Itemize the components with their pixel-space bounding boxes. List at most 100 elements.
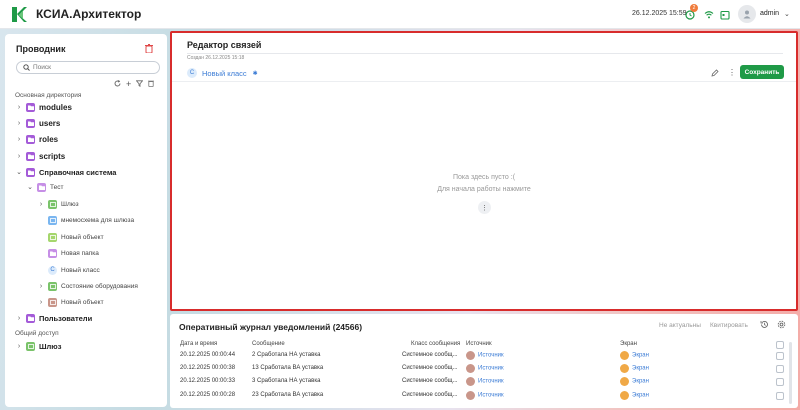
tree-item-label: users — [39, 118, 61, 128]
tree-item-mnemo[interactable]: мнемосхема для шлюза — [48, 214, 134, 226]
chevron-down-icon[interactable]: ⌄ — [26, 183, 34, 191]
tree-item-new-class[interactable]: C Новый класс — [48, 264, 100, 276]
pencil-icon[interactable] — [711, 69, 719, 79]
search-input[interactable] — [33, 64, 153, 71]
row-checkbox[interactable] — [776, 392, 784, 400]
scrollbar[interactable] — [789, 342, 792, 404]
class-name: Новый класс — [202, 68, 247, 78]
tree-item-roles[interactable]: › roles — [15, 133, 58, 145]
screen-link[interactable]: Экран — [632, 353, 649, 359]
chevron-right-icon[interactable]: › — [15, 343, 23, 350]
cell-message: 2 Сработала НА уставка — [252, 352, 321, 358]
explorer-sidebar: Проводник + Основная директория › module… — [5, 34, 167, 407]
tree-item-users-ru[interactable]: › Пользователи — [15, 312, 92, 324]
tree-item-label: Шлюз — [61, 200, 79, 208]
tree-item-label: Шлюз — [39, 341, 62, 351]
chevron-right-icon[interactable]: › — [37, 299, 45, 306]
cell-screen[interactable]: Экран — [620, 391, 649, 400]
tree-item-label: Состояние оборудования — [61, 282, 138, 290]
screen-avatar — [620, 377, 629, 386]
sidebar-title: Проводник — [16, 44, 66, 54]
cell-date: 20.12.2025 00:00:33 — [180, 378, 236, 384]
save-button[interactable]: Сохранить — [740, 65, 784, 79]
add-icon[interactable]: + — [126, 80, 131, 89]
tree-item-reference-system[interactable]: ⌄ Справочная система — [15, 166, 116, 178]
source-link[interactable]: Источник — [478, 366, 504, 372]
cell-source[interactable]: Источник — [466, 377, 504, 386]
chevron-right-icon[interactable]: › — [15, 153, 23, 160]
row-checkbox[interactable] — [776, 365, 784, 373]
screen-link[interactable]: Экран — [632, 393, 649, 399]
trash-icon[interactable] — [145, 44, 153, 55]
chevron-down-icon[interactable]: ⌄ — [784, 10, 790, 18]
refresh-icon[interactable] — [114, 80, 121, 89]
screen-avatar — [620, 364, 629, 373]
source-avatar — [466, 391, 475, 400]
cell-source[interactable]: Источник — [466, 364, 504, 373]
chevron-right-icon[interactable]: › — [15, 315, 23, 322]
table-row[interactable]: 20.12.2025 00:00:44 2 Сработала НА устав… — [170, 350, 798, 363]
section-main-directory: Основная директория — [15, 92, 82, 99]
chevron-right-icon[interactable]: › — [37, 201, 45, 208]
cell-screen[interactable]: Экран — [620, 351, 649, 360]
history-icon[interactable] — [760, 320, 769, 331]
link-editor-panel: Редактор связей Создан 26.12.2025 15:18 … — [170, 31, 798, 311]
editor-title: Редактор связей — [187, 40, 262, 50]
settings-gear-icon[interactable] — [777, 320, 786, 331]
tree-item-new-object-2[interactable]: › Новый объект — [37, 296, 104, 308]
asterisk-icon: ✱ — [252, 70, 258, 77]
table-row[interactable]: 20.12.2025 00:00:38 13 Сработала ВА уста… — [170, 363, 798, 376]
empty-state-title: Пока здесь пусто :( — [452, 174, 516, 181]
tree-item-new-folder[interactable]: Новая папка — [48, 247, 99, 259]
section-shared-access: Общий доступ — [15, 330, 59, 337]
row-checkbox[interactable] — [776, 378, 784, 386]
tree-item-gateway[interactable]: › Шлюз — [37, 198, 79, 210]
cell-source[interactable]: Источник — [466, 351, 504, 360]
select-all-checkbox[interactable] — [776, 341, 784, 349]
delete-icon[interactable] — [148, 80, 155, 89]
tree-item-label: Новая папка — [61, 249, 99, 257]
tree-item-shared-gateway[interactable]: › Шлюз — [15, 340, 61, 352]
source-link[interactable]: Источник — [478, 393, 504, 399]
search-field[interactable] — [16, 61, 160, 74]
chevron-down-icon[interactable]: ⌄ — [15, 168, 23, 176]
column-header: Источник — [466, 341, 492, 347]
tree-item-label: roles — [39, 134, 59, 144]
username[interactable]: admin — [760, 10, 779, 17]
table-row[interactable]: 20.12.2025 00:00:28 23 Сработала ВА уста… — [170, 390, 798, 403]
tree-item-label: Справочная система — [39, 167, 117, 177]
table-row[interactable]: 20.12.2025 00:00:33 3 Сработала НА устав… — [170, 376, 798, 389]
more-vertical-icon[interactable]: ⋮ — [478, 201, 491, 214]
cell-screen[interactable]: Экран — [620, 364, 649, 373]
wifi-icon[interactable] — [703, 9, 714, 20]
quittance-button[interactable]: Квитировать — [710, 322, 748, 329]
source-link[interactable]: Источник — [478, 379, 504, 385]
tree-item-test[interactable]: ⌄ Тест — [26, 181, 63, 193]
user-avatar[interactable] — [738, 5, 756, 23]
tree-item-new-object[interactable]: Новый объект — [48, 231, 104, 243]
chevron-right-icon[interactable]: › — [37, 283, 45, 290]
filter-icon[interactable] — [135, 80, 144, 89]
notification-badge: 2 — [690, 4, 698, 12]
chevron-right-icon[interactable]: › — [15, 120, 23, 127]
tree-item-modules[interactable]: › modules — [15, 101, 72, 113]
object-icon — [48, 281, 57, 291]
tree-item-equipment-state[interactable]: › Состояние оборудования — [37, 280, 138, 292]
screen-avatar — [620, 351, 629, 360]
cell-screen[interactable]: Экран — [620, 377, 649, 386]
source-link[interactable]: Источник — [478, 353, 504, 359]
more-vertical-icon[interactable]: ⋮ — [728, 68, 736, 77]
app-title: КСИА.Архитектор — [36, 7, 142, 21]
chevron-right-icon[interactable]: › — [15, 136, 23, 143]
irrelevant-button[interactable]: Не актуальны — [659, 322, 701, 329]
calendar-icon[interactable] — [719, 9, 730, 20]
tree-item-users[interactable]: › users — [15, 117, 60, 129]
screen-link[interactable]: Экран — [632, 379, 649, 385]
tree-item-scripts[interactable]: › scripts — [15, 150, 65, 162]
class-selector[interactable]: C Новый класс ✱ — [187, 68, 258, 78]
screen-link[interactable]: Экран — [632, 366, 649, 372]
journal-header-row: Дата и время Сообщение Класс сообщения И… — [170, 339, 798, 349]
row-checkbox[interactable] — [776, 352, 784, 360]
chevron-right-icon[interactable]: › — [15, 104, 23, 111]
cell-source[interactable]: Источник — [466, 391, 504, 400]
